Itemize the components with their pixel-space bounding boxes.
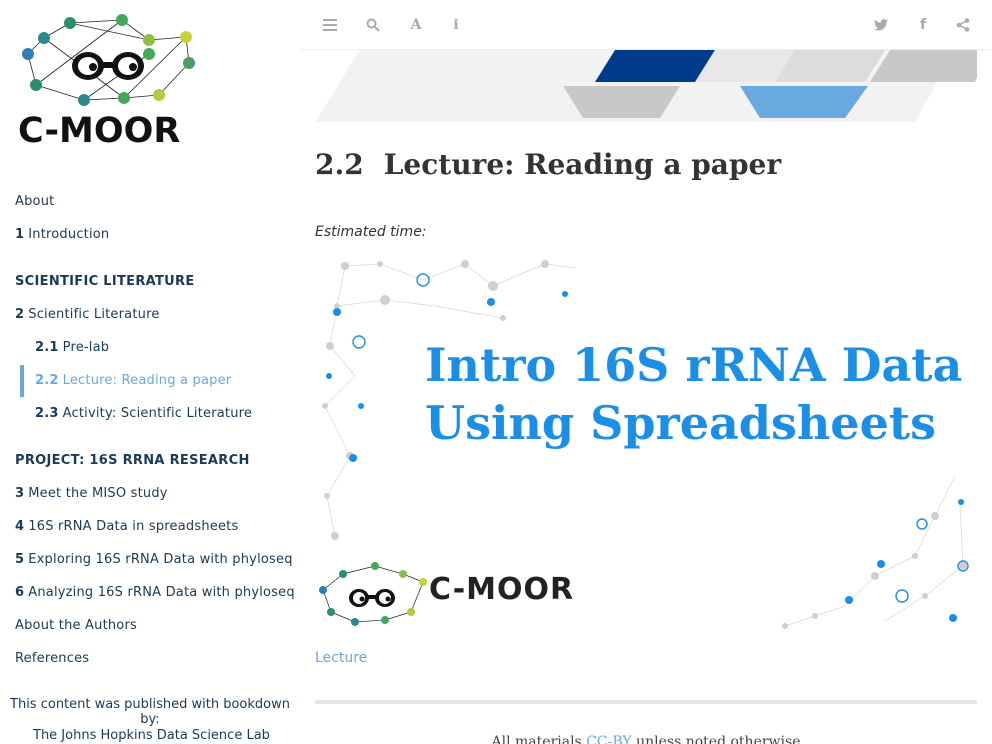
- license-prefix: All materials: [491, 734, 582, 744]
- search-icon[interactable]: [363, 15, 383, 35]
- page-title: 2.2 Lecture: Reading a paper: [315, 148, 781, 181]
- license-suffix: unless noted otherwise: [636, 734, 801, 744]
- section-number: 2.2: [315, 148, 364, 181]
- twitter-icon[interactable]: [871, 15, 891, 35]
- toc-item-analyzing-phyloseq[interactable]: 6 Analyzing 16S rRNA Data with phyloseq: [15, 585, 295, 600]
- published-with-text: This content was published with bookdown…: [10, 697, 290, 727]
- toc-label: About: [15, 194, 55, 209]
- slide-brand-text: C-MOOR: [429, 572, 575, 607]
- toc-item-scientific-literature[interactable]: 2 Scientific Literature: [15, 307, 160, 322]
- toc-item-about-authors[interactable]: About the Authors: [15, 618, 137, 633]
- license-footer: All materials CC-BY unless noted otherwi…: [315, 734, 977, 744]
- svg-text:C-MOOR: C-MOOR: [18, 111, 180, 151]
- toc-label: Activity: Scientific Literature: [62, 406, 253, 421]
- toc-item-16s-spreadsheets[interactable]: 4 16S rRNA Data in spreadsheets: [15, 519, 238, 534]
- sidebar: C-MOOR About 1 Introduction SCIENTIFIC LI…: [0, 0, 300, 744]
- facebook-icon[interactable]: f: [913, 15, 933, 35]
- section-label: PROJECT: 16S RRNA RESEARCH: [15, 453, 250, 468]
- toc-item-references[interactable]: References: [15, 651, 89, 666]
- slide-title-line-2: Using Spreadsheets: [425, 396, 936, 450]
- toc-label: References: [15, 651, 90, 666]
- header-banner-graphic: [315, 50, 977, 122]
- toc-label: Lecture: Reading a paper: [62, 373, 232, 388]
- toc-number: 2: [15, 307, 25, 322]
- toc-label: Introduction: [28, 227, 110, 242]
- section-label: SCIENTIFIC LITERATURE: [15, 274, 195, 289]
- toc-label: About the Authors: [15, 618, 137, 633]
- toc-label: Pre-lab: [62, 340, 110, 355]
- toc-item-exploring-phyloseq[interactable]: 5 Exploring 16S rRNA Data with phyloseq: [15, 552, 293, 567]
- c-moor-logo[interactable]: C-MOOR: [14, 10, 210, 156]
- toc-item-lecture-reading-a-paper[interactable]: 2.2 Lecture: Reading a paper: [35, 373, 231, 388]
- toc-number: 2.1: [35, 340, 59, 355]
- toc-label: 16S rRNA Data in spreadsheets: [28, 519, 239, 534]
- slide-title: Intro 16S rRNA Data Using Spreadsheets: [425, 336, 962, 452]
- toc-item-pre-lab[interactable]: 2.1 Pre-lab: [35, 340, 109, 355]
- toc-item-activity-scientific-literature[interactable]: 2.3 Activity: Scientific Literature: [35, 406, 252, 421]
- jhds-lab-link[interactable]: The Johns Hopkins Data Science Lab: [33, 728, 270, 743]
- toc-item-meet-miso[interactable]: 3 Meet the MISO study: [15, 486, 168, 501]
- license-link[interactable]: CC-BY: [586, 734, 631, 744]
- toc-label: Analyzing 16S rRNA Data with phyloseq: [28, 585, 295, 600]
- toc-label: Exploring 16S rRNA Data with phyloseq: [28, 552, 293, 567]
- title-text: Lecture: Reading a paper: [383, 148, 782, 181]
- toc-item-introduction[interactable]: 1 Introduction: [15, 227, 109, 242]
- toc-label: Scientific Literature: [28, 307, 160, 322]
- horizontal-divider: [315, 700, 977, 704]
- toc-section-project: PROJECT: 16S RRNA RESEARCH: [15, 453, 250, 468]
- toc-label: Meet the MISO study: [28, 486, 168, 501]
- toc-number: 2.2: [35, 373, 59, 388]
- toc-number: 6: [15, 585, 25, 600]
- slide-title-line-1: Intro 16S rRNA Data: [425, 338, 963, 392]
- toc-number: 5: [15, 552, 25, 567]
- share-icon[interactable]: [953, 15, 973, 35]
- info-icon[interactable]: i: [446, 15, 466, 35]
- menu-icon[interactable]: [320, 15, 340, 35]
- toc-section-scientific-literature: SCIENTIFIC LITERATURE: [15, 274, 195, 289]
- toc-number: 3: [15, 486, 25, 501]
- active-indicator: [20, 365, 24, 397]
- font-icon[interactable]: A: [406, 15, 426, 35]
- toc-number: 2.3: [35, 406, 59, 421]
- toolbar: A i f: [300, 0, 992, 50]
- lecture-link[interactable]: Lecture: [315, 650, 367, 666]
- toc-number: 4: [15, 519, 25, 534]
- estimated-time: Estimated time:: [315, 224, 427, 240]
- toc-item-about[interactable]: About: [15, 194, 54, 209]
- lecture-slide-image: Intro 16S rRNA Data Using Spreadsheets C…: [315, 256, 977, 632]
- toc-number: 1: [15, 227, 25, 242]
